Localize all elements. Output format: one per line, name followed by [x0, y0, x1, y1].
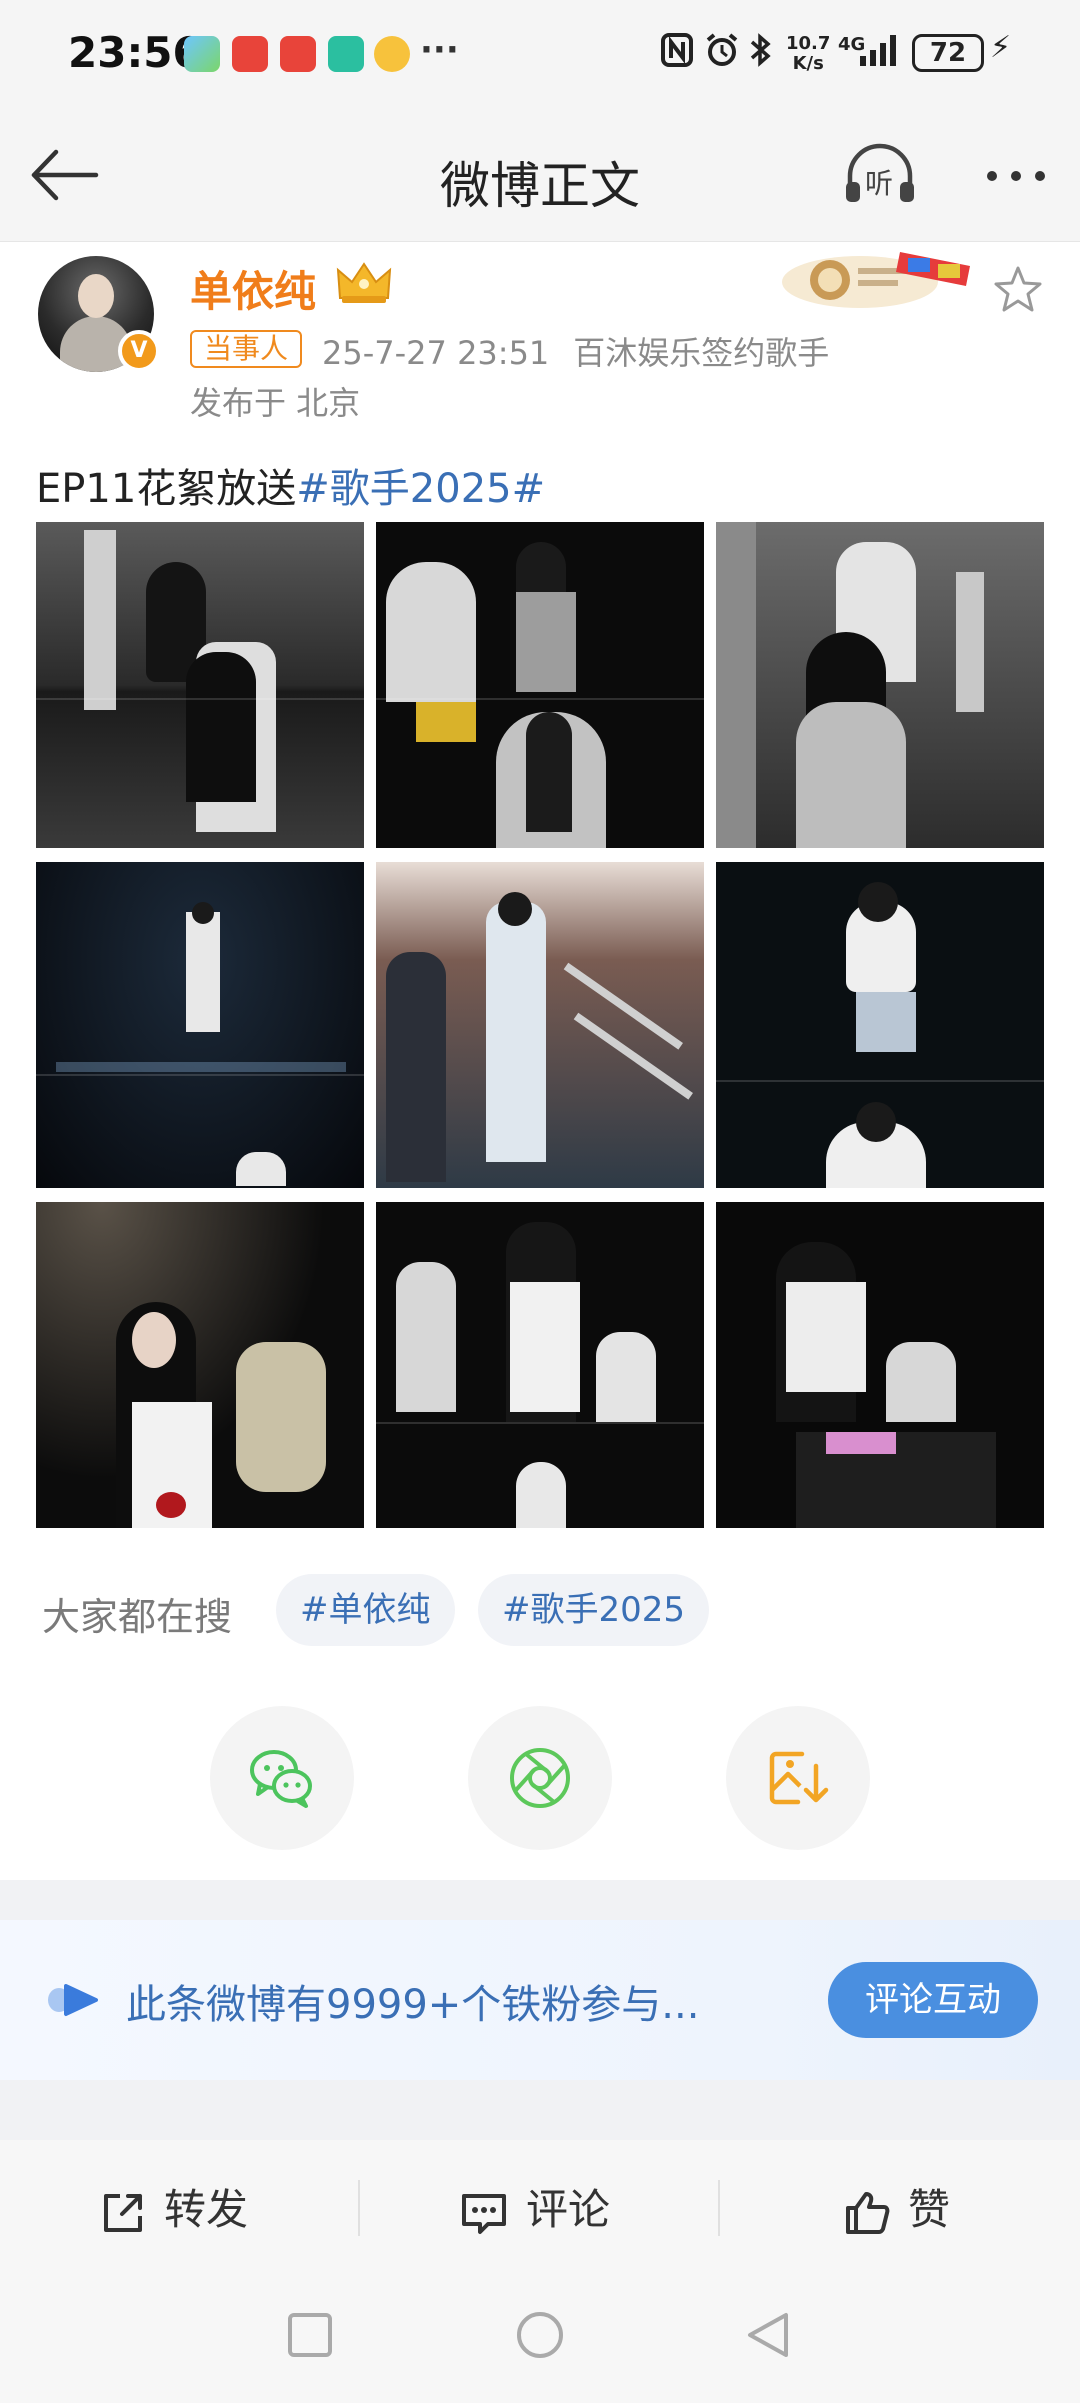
- status-time: 23:56: [68, 28, 202, 77]
- post-image[interactable]: [716, 522, 1044, 848]
- share-wechat-button[interactable]: [210, 1706, 354, 1850]
- search-chip-singer2025[interactable]: #歌手2025: [478, 1574, 710, 1646]
- comment-button[interactable]: 评论: [458, 2180, 610, 2240]
- section-divider: [0, 2080, 1080, 2140]
- status-bar: 23:56 ··· 10.7 K/s 4G 72 ⚡: [0, 0, 1080, 110]
- wechat-icon: [250, 1750, 312, 1808]
- app-notification-icon: [328, 36, 364, 72]
- listen-button[interactable]: 听: [840, 140, 920, 210]
- moments-icon: [510, 1748, 570, 1808]
- comment-label: 评论: [526, 2185, 611, 2234]
- share-moments-button[interactable]: [468, 1706, 612, 1850]
- author-description: 百沐娱乐签约歌手: [573, 334, 830, 372]
- home-icon[interactable]: [514, 2310, 566, 2360]
- battery-indicator: 72: [912, 34, 984, 72]
- like-label: 赞: [908, 2185, 951, 2234]
- post-image[interactable]: [36, 862, 364, 1188]
- network-speed: 10.7 K/s: [786, 34, 830, 74]
- author-name[interactable]: 单依纯: [190, 258, 316, 319]
- repost-button[interactable]: 转发: [98, 2180, 248, 2240]
- post-image[interactable]: [376, 1202, 704, 1528]
- network-speed-unit: K/s: [792, 53, 824, 74]
- charging-icon: ⚡: [990, 30, 1012, 65]
- post-datetime: 25-7-27 23:51: [322, 334, 550, 372]
- favorite-star-icon[interactable]: [990, 262, 1046, 318]
- fan-engagement-icon: [48, 1984, 98, 2016]
- trending-search-label: 大家都在搜: [42, 1595, 233, 1639]
- repost-label: 转发: [164, 2185, 249, 2234]
- app-notification-icon: [184, 36, 220, 72]
- signal-icon: [860, 35, 896, 66]
- post-image[interactable]: [36, 522, 364, 848]
- fan-engagement-text: 此条微博有9999+个铁粉参与...: [126, 1982, 700, 2028]
- comment-icon: [462, 2193, 506, 2234]
- post-image[interactable]: [376, 522, 704, 848]
- top-navigation-bar: 微博正文 听: [0, 110, 1080, 242]
- post-content: EP11花絮放送#歌手2025#: [36, 456, 545, 514]
- section-divider: [0, 1880, 1080, 1920]
- save-image-button[interactable]: [726, 1706, 870, 1850]
- bluetooth-icon: [750, 33, 771, 67]
- party-tag: 当事人: [190, 330, 303, 368]
- action-divider: [718, 2180, 720, 2236]
- verified-badge: V: [118, 330, 160, 372]
- post-image[interactable]: [36, 1202, 364, 1528]
- alarm-icon: [706, 33, 738, 66]
- back-triangle-icon[interactable]: [744, 2310, 792, 2360]
- decoration-badge-icon: [782, 252, 970, 308]
- listen-label: 听: [865, 167, 894, 200]
- weibo-notification-icon: [374, 36, 410, 72]
- repost-icon: [104, 2193, 142, 2232]
- save-image-icon: [769, 1751, 829, 1805]
- nfc-icon: [661, 33, 693, 67]
- search-chip-shanyichun[interactable]: #单依纯: [276, 1574, 455, 1646]
- like-button[interactable]: 赞: [842, 2180, 950, 2240]
- system-navigation-bar: [0, 2280, 1080, 2403]
- thumbs-up-icon: [846, 2191, 890, 2234]
- more-options-icon[interactable]: [976, 140, 1056, 210]
- more-notifications-indicator: ···: [420, 30, 459, 70]
- post-image[interactable]: [716, 862, 1044, 1188]
- post-meta: 25-7-27 23:51 百沐娱乐签约歌手: [322, 328, 853, 374]
- bottom-action-bar: 转发 评论 赞: [0, 2140, 1080, 2280]
- post-image[interactable]: [376, 862, 704, 1188]
- comment-interact-button[interactable]: 评论互动: [828, 1962, 1038, 2038]
- post-text: EP11花絮放送: [36, 466, 297, 512]
- post-location: 发布于 北京: [190, 384, 361, 422]
- app-notification-icon: [280, 36, 316, 72]
- network-speed-value: 10.7: [786, 33, 831, 54]
- fan-engagement-banner[interactable]: 此条微博有9999+个铁粉参与... 评论互动: [0, 1920, 1080, 2080]
- action-divider: [358, 2180, 360, 2236]
- topic-link[interactable]: #歌手2025#: [296, 466, 545, 512]
- app-notification-icon: [232, 36, 268, 72]
- crown-icon: [336, 262, 392, 303]
- image-grid: [36, 522, 1044, 1528]
- recent-apps-icon[interactable]: [286, 2310, 334, 2360]
- post-image[interactable]: [716, 1202, 1044, 1528]
